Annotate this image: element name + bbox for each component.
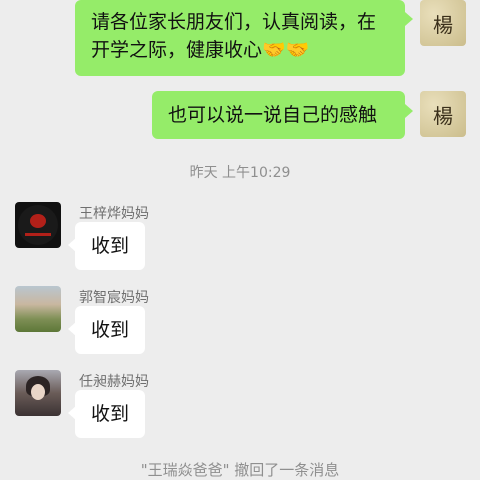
sender-name: 郭智宸妈妈: [79, 290, 149, 306]
message-line: 也可以说一说自己的感触: [168, 104, 378, 126]
self-avatar[interactable]: 楊: [420, 91, 466, 137]
message-line: 开学之际，健康收心🤝🤝: [91, 39, 310, 61]
sender-name: 王梓烨妈妈: [79, 206, 149, 222]
received-message-bubble[interactable]: 收到: [75, 390, 145, 438]
sent-message-bubble[interactable]: 也可以说一说自己的感触: [152, 91, 405, 139]
message-text: 收到: [91, 319, 130, 341]
received-message-bubble[interactable]: 收到: [75, 306, 145, 354]
bubble-tail: [405, 104, 413, 118]
message-text: 收到: [91, 235, 130, 257]
landscape-avatar[interactable]: [15, 286, 61, 332]
message-text: 收到: [91, 403, 130, 425]
sent-message-bubble[interactable]: 请各位家长朋友们，认真阅读，在 开学之际，健康收心🤝🤝: [75, 0, 405, 76]
sender-name: 任昶赫妈妈: [79, 374, 149, 390]
message-line: 请各位家长朋友们，认真阅读，在: [91, 11, 377, 33]
bubble-tail: [405, 12, 413, 26]
recall-notice: "王瑞焱爸爸" 撤回了一条消息: [140, 461, 340, 479]
timestamp: 昨天 上午10:29: [189, 165, 291, 181]
logo-avatar[interactable]: [15, 202, 61, 248]
received-message-bubble[interactable]: 收到: [75, 222, 145, 270]
self-avatar[interactable]: 楊: [420, 0, 466, 46]
portrait-avatar[interactable]: [15, 370, 61, 416]
